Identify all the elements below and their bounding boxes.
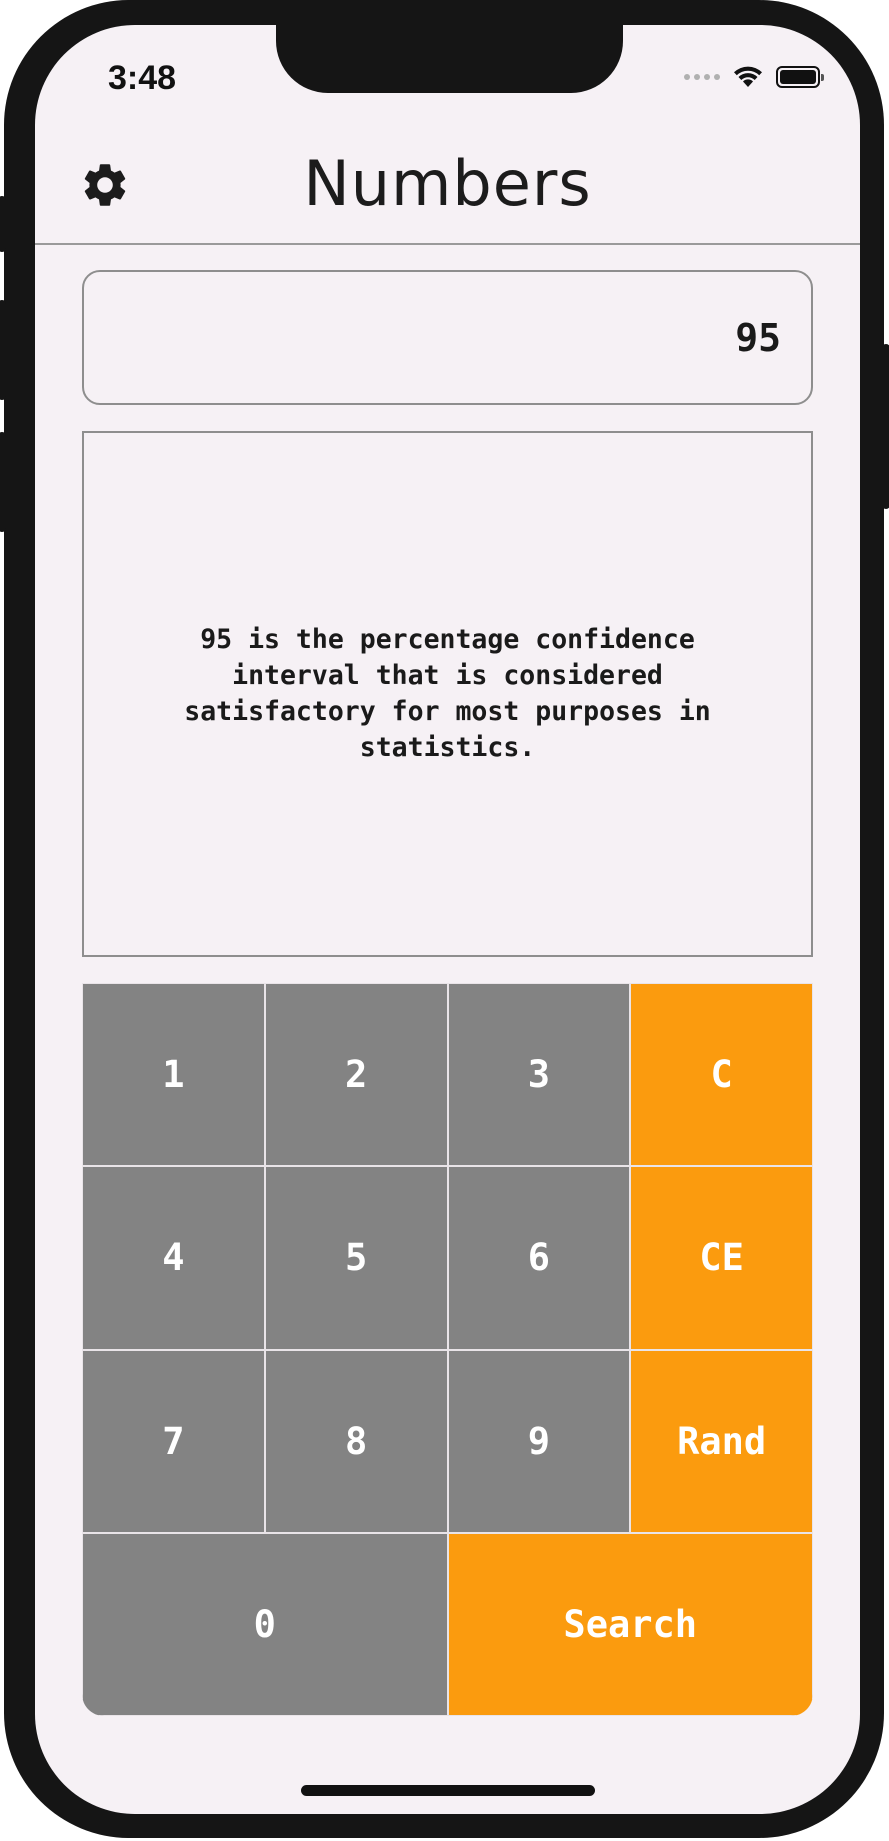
status-time: 3:48	[108, 59, 177, 97]
app-bar: Numbers	[35, 125, 860, 245]
clear-entry-button[interactable]: CE	[630, 1166, 813, 1350]
page-title: Numbers	[303, 147, 592, 220]
key-2[interactable]: 2	[264, 983, 448, 1167]
fact-display: 95 is the percentage confidence interval…	[82, 431, 813, 957]
fact-text: 95 is the percentage confidence interval…	[184, 624, 711, 763]
random-button[interactable]: Rand	[630, 1349, 813, 1533]
number-input[interactable]: 95	[82, 270, 813, 405]
screen: 3:48 Numbers 95 95 is the percentage con…	[35, 25, 860, 1814]
key-9[interactable]: 9	[447, 1349, 631, 1533]
key-6[interactable]: 6	[447, 1166, 631, 1350]
battery-icon	[776, 66, 824, 88]
key-0[interactable]: 0	[82, 1532, 448, 1716]
volume-down-button	[0, 432, 6, 532]
keypad: 1 2 3 C 4 5 6 CE 7 8 9 Rand 0 Search	[82, 983, 813, 1716]
key-4[interactable]: 4	[82, 1166, 265, 1350]
wifi-icon	[734, 66, 762, 87]
key-7[interactable]: 7	[82, 1349, 265, 1533]
status-icons	[684, 65, 824, 89]
key-3[interactable]: 3	[447, 983, 631, 1167]
key-5[interactable]: 5	[264, 1166, 448, 1350]
volume-up-button	[0, 300, 6, 400]
key-1[interactable]: 1	[82, 983, 265, 1167]
clear-button[interactable]: C	[630, 983, 813, 1167]
phone-frame: 3:48 Numbers 95 95 is the percentage con…	[0, 0, 889, 1838]
notch	[276, 25, 623, 93]
cellular-signal-icon	[684, 74, 720, 80]
power-button	[882, 344, 889, 509]
mute-switch	[0, 196, 6, 252]
home-indicator[interactable]	[301, 1785, 595, 1796]
key-8[interactable]: 8	[264, 1349, 448, 1533]
search-button[interactable]: Search	[447, 1532, 813, 1716]
